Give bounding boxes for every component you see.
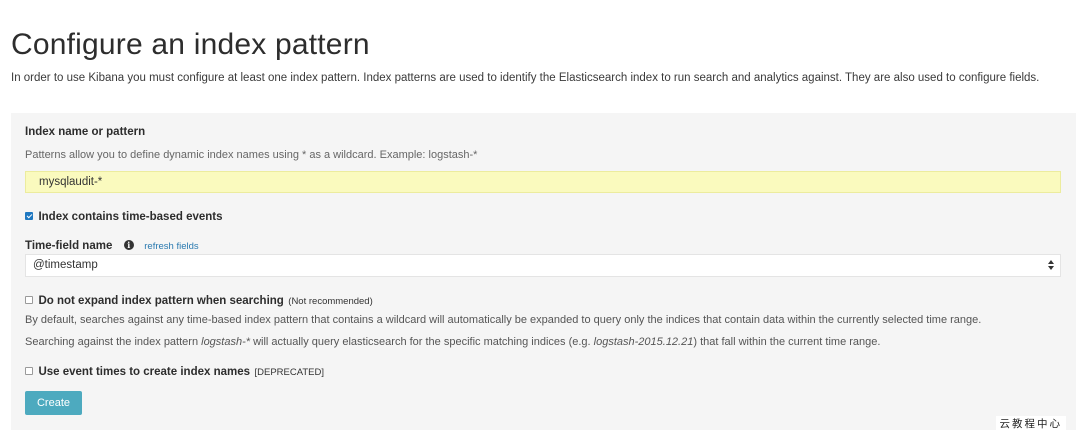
time-based-row[interactable]: Index contains time-based events xyxy=(25,207,223,225)
time-field-row: Time-field name i refresh fields xyxy=(25,236,199,254)
index-name-help: Patterns allow you to define dynamic ind… xyxy=(25,149,478,161)
time-field-select[interactable]: @timestamp xyxy=(25,254,1061,277)
no-expand-paragraph-2: Searching against the index pattern logs… xyxy=(25,336,880,348)
para2-text-b: will actually query elasticsearch for th… xyxy=(250,336,594,348)
time-field-selected: @timestamp xyxy=(33,259,98,271)
event-times-label: Use event times to create index names xyxy=(38,366,251,378)
refresh-fields-link[interactable]: refresh fields xyxy=(144,241,198,252)
para2-example: logstash-2015.12.21 xyxy=(593,336,694,348)
watermark-text: 云教程中心 xyxy=(995,416,1066,431)
event-times-row[interactable]: Use event times to create index names [D… xyxy=(25,362,324,380)
page-title: Configure an index pattern xyxy=(11,28,370,61)
no-expand-note: (Not recommended) xyxy=(288,296,373,307)
para2-text-c: ) that fall within the current time rang… xyxy=(693,336,881,348)
index-pattern-form: Index name or pattern Patterns allow you… xyxy=(11,113,1076,430)
index-name-label: Index name or pattern xyxy=(25,126,146,138)
create-button[interactable]: Create xyxy=(25,391,82,415)
page: Configure an index pattern In order to u… xyxy=(0,0,1080,432)
para2-pattern: logstash-* xyxy=(201,336,251,348)
info-icon[interactable]: i xyxy=(123,239,134,250)
select-arrows-icon xyxy=(1048,260,1054,270)
time-based-checkbox[interactable] xyxy=(25,211,33,220)
page-description: In order to use Kibana you must configur… xyxy=(11,72,1040,84)
no-expand-paragraph-1: By default, searches against any time-ba… xyxy=(25,314,982,326)
index-name-input[interactable]: mysqlaudit-* xyxy=(25,171,1061,193)
event-times-note: [DEPRECATED] xyxy=(254,367,324,378)
no-expand-row[interactable]: Do not expand index pattern when searchi… xyxy=(25,291,373,309)
time-field-label: Time-field name xyxy=(25,240,113,252)
time-based-label: Index contains time-based events xyxy=(38,211,223,223)
event-times-checkbox[interactable] xyxy=(25,366,33,375)
para2-text-a: Searching against the index pattern xyxy=(25,336,202,348)
no-expand-label: Do not expand index pattern when searchi… xyxy=(38,295,284,307)
no-expand-checkbox[interactable] xyxy=(25,295,33,304)
